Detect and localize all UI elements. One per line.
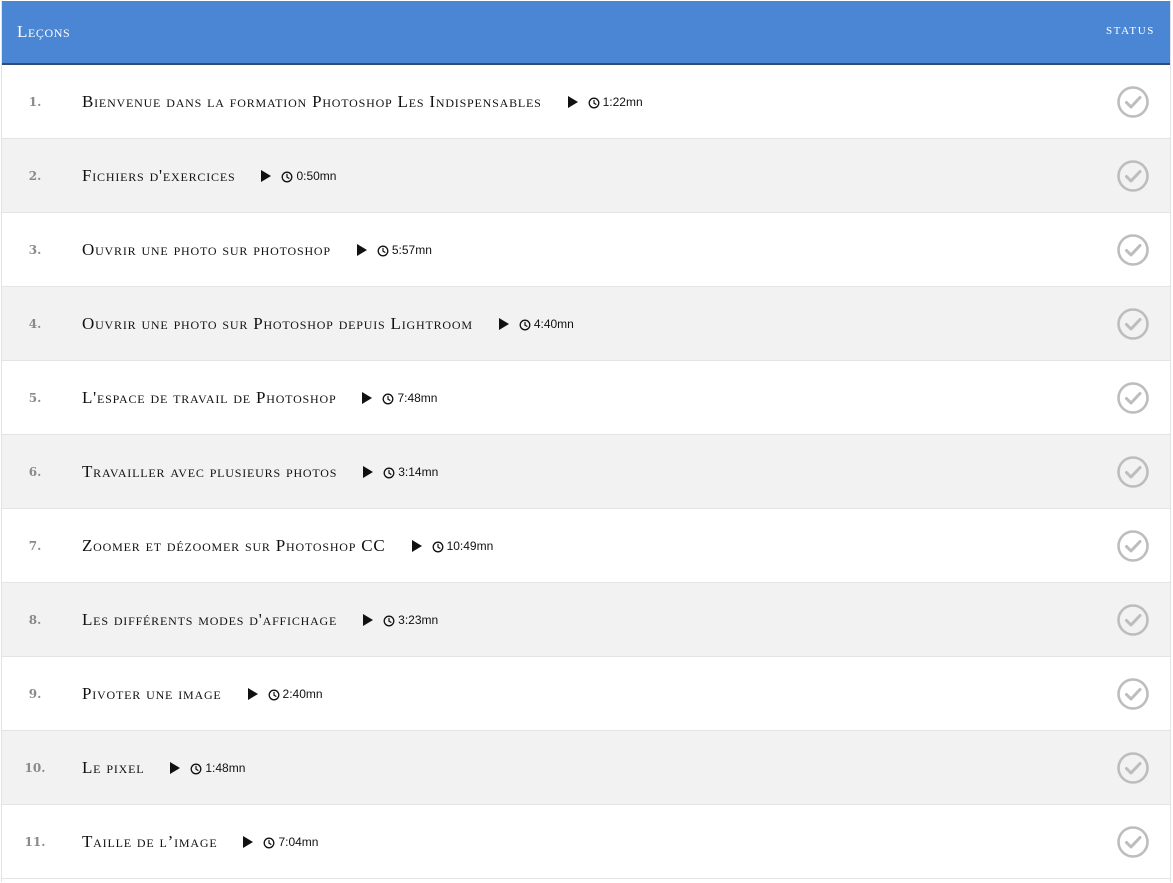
lesson-number: 2. [28,169,42,183]
lesson-content: Taille de l’image 7:04mn [82,805,318,879]
lesson-duration: 1:48mn [205,761,246,775]
lesson-duration: 4:40mn [533,317,574,331]
lesson-number: 4. [28,317,42,331]
check-circle-icon[interactable] [1116,85,1150,119]
lesson-number: 5. [28,391,42,405]
status-column-heading: STATUS [1105,25,1155,37]
lesson-row[interactable]: 11. Taille de l’image 7:04mn [2,805,1170,879]
lesson-content: Fichiers d'exercices 0:50mn [82,139,336,213]
lesson-duration: 5:57mn [391,243,432,257]
lesson-title-link[interactable]: Zoomer et dézoomer sur Photoshop CC [82,536,386,556]
lesson-duration: 10:49mn [446,539,494,553]
lesson-row[interactable]: 9. Pivoter une image 2:40mn [2,657,1170,731]
clock-icon [377,244,389,257]
check-circle-icon[interactable] [1116,307,1150,341]
lesson-duration: 7:04mn [278,835,319,849]
lesson-title-link[interactable]: Taille de l’image [82,832,217,852]
lesson-title-link[interactable]: Pivoter une image [82,684,222,704]
lesson-row[interactable]: 10. Le pixel 1:48mn [2,731,1170,805]
play-icon[interactable] [243,836,254,848]
lessons-panel: Leçons STATUS 1. Bienvenue dans la format… [1,1,1171,882]
lesson-duration: 3:23mn [398,613,439,627]
lesson-number: 1. [28,95,42,109]
lesson-duration: 2:40mn [282,687,323,701]
lesson-number: 3. [28,243,42,257]
lesson-number: 7. [28,539,42,553]
lessons-list: 1. Bienvenue dans la formation Photoshop … [2,65,1170,879]
clock-icon [383,614,395,627]
check-circle-icon[interactable] [1116,677,1150,711]
lesson-number: 9. [28,687,42,701]
clock-icon [268,688,280,701]
lessons-heading: Leçons [17,22,71,41]
lesson-title-link[interactable]: Ouvrir une photo sur photoshop [82,240,331,260]
lesson-content: Ouvrir une photo sur Photoshop depuis Li… [82,287,574,361]
play-icon[interactable] [261,170,272,182]
lesson-row[interactable]: 5. L'espace de travail de Photoshop 7:48mn [2,361,1170,435]
lesson-content: Travailler avec plusieurs photos 3:14mn [82,435,438,509]
lesson-duration: 7:48mn [397,391,438,405]
lessons-header: Leçons STATUS [2,1,1170,65]
check-circle-icon[interactable] [1116,751,1150,785]
lesson-content: Le pixel 1:48mn [82,731,245,805]
lesson-row[interactable]: 3. Ouvrir une photo sur photoshop 5:57mn [2,213,1170,287]
lesson-row[interactable]: 6. Travailler avec plusieurs photos 3:14mn [2,435,1170,509]
lesson-title-link[interactable]: L'espace de travail de Photoshop [82,388,336,408]
play-icon[interactable] [498,318,509,330]
play-icon[interactable] [363,614,374,626]
lesson-number: 11. [24,835,46,849]
check-circle-icon[interactable] [1116,159,1150,193]
clock-icon [382,392,394,405]
clock-icon [190,762,202,775]
check-circle-icon[interactable] [1116,529,1150,563]
lesson-title-link[interactable]: Le pixel [82,758,144,778]
lesson-title-link[interactable]: Travailler avec plusieurs photos [82,462,337,482]
lesson-row[interactable]: 8. Les différents modes d'affichage 3:23mn [2,583,1170,657]
lesson-row[interactable]: 1. Bienvenue dans la formation Photoshop … [2,65,1170,139]
clock-icon [588,96,600,109]
lesson-title-link[interactable]: Les différents modes d'affichage [82,610,337,630]
clock-icon [263,836,275,849]
lesson-row[interactable]: 4. Ouvrir une photo sur Photoshop depuis … [2,287,1170,361]
lesson-row[interactable]: 7. Zoomer et dézoomer sur Photoshop CC 10:… [2,509,1170,583]
check-circle-icon[interactable] [1116,603,1150,637]
lesson-number: 10. [24,761,46,775]
lesson-title-link[interactable]: Bienvenue dans la formation Photoshop Le… [82,92,542,112]
play-icon[interactable] [356,244,367,256]
lesson-duration: 0:50mn [296,169,337,183]
lesson-row[interactable]: 2. Fichiers d'exercices 0:50mn [2,139,1170,213]
play-icon[interactable] [567,96,578,108]
play-icon[interactable] [363,466,374,478]
lesson-duration: 3:14mn [398,465,439,479]
check-circle-icon[interactable] [1116,825,1150,859]
lesson-number: 6. [28,465,42,479]
play-icon[interactable] [362,392,373,404]
lesson-content: Ouvrir une photo sur photoshop 5:57mn [82,213,432,287]
lesson-content: Bienvenue dans la formation Photoshop Le… [82,65,643,139]
lesson-content: L'espace de travail de Photoshop 7:48mn [82,361,437,435]
clock-icon [383,466,395,479]
play-icon[interactable] [411,540,422,552]
play-icon[interactable] [170,762,181,774]
lesson-duration: 1:22mn [602,95,643,109]
clock-icon [432,540,444,553]
lesson-content: Pivoter une image 2:40mn [82,657,323,731]
check-circle-icon[interactable] [1116,233,1150,267]
lesson-content: Les différents modes d'affichage 3:23mn [82,583,438,657]
play-icon[interactable] [247,688,258,700]
check-circle-icon[interactable] [1116,381,1150,415]
clock-icon [519,318,531,331]
clock-icon [281,170,293,183]
lesson-title-link[interactable]: Fichiers d'exercices [82,166,235,186]
lesson-number: 8. [28,613,42,627]
check-circle-icon[interactable] [1116,455,1150,489]
lesson-content: Zoomer et dézoomer sur Photoshop CC 10:49… [82,509,493,583]
lesson-title-link[interactable]: Ouvrir une photo sur Photoshop depuis Li… [82,314,473,334]
